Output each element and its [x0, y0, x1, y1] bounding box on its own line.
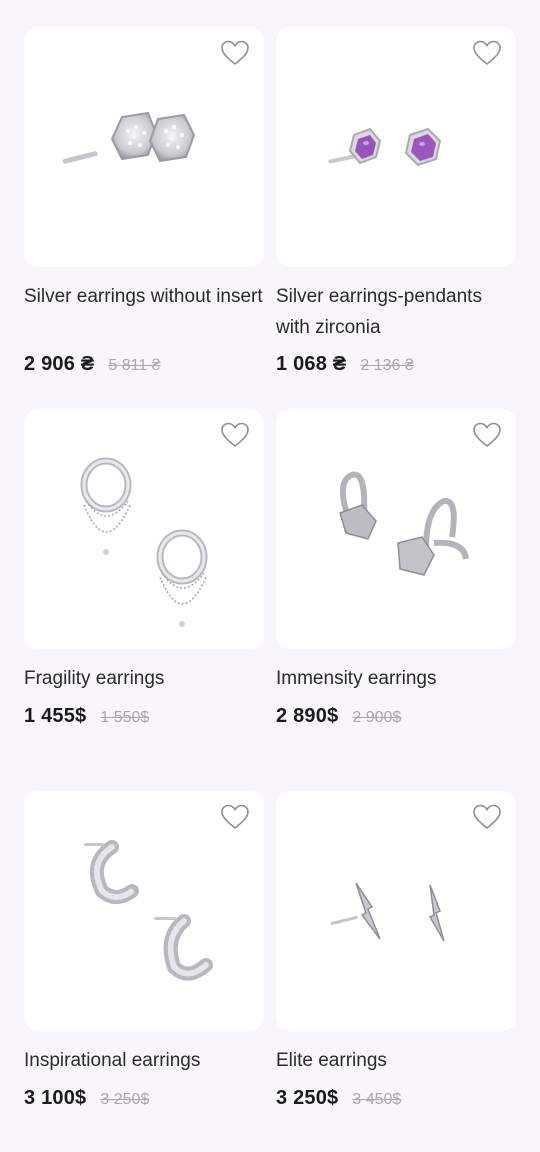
heart-outline-icon[interactable]: [220, 421, 250, 449]
product-image[interactable]: [276, 409, 516, 649]
product-title[interactable]: Inspirational earrings: [24, 1045, 264, 1076]
current-price: 2 890$: [276, 705, 339, 727]
old-price: 2 900$: [352, 709, 402, 726]
product-title[interactable]: Immensity earrings: [276, 663, 516, 694]
old-price: 1 550$: [100, 709, 150, 726]
heart-outline-icon[interactable]: [472, 803, 502, 831]
product-title[interactable]: Silver earrings without insert: [24, 281, 264, 312]
product-image[interactable]: [276, 791, 516, 1031]
price-row: 3 100$ 3 250$: [24, 1087, 149, 1110]
product-title[interactable]: Silver earrings-pendants with zirconia: [276, 281, 516, 343]
price-row: 3 250$ 3 450$: [276, 1087, 401, 1110]
heart-outline-icon[interactable]: [472, 39, 502, 67]
product-image[interactable]: [24, 27, 264, 267]
product-image[interactable]: [276, 27, 516, 267]
product-image[interactable]: [24, 409, 264, 649]
current-price: 1 455$: [24, 705, 87, 727]
old-price: 3 450$: [352, 1091, 402, 1108]
old-price: 2 136 ₴: [360, 357, 414, 374]
price-row: 2 890$ 2 900$: [276, 705, 401, 728]
price-row: 1 068 ₴ 2 136 ₴: [276, 353, 414, 376]
product-image[interactable]: [24, 791, 264, 1031]
current-price: 3 100$: [24, 1087, 87, 1109]
current-price: 1 068 ₴: [276, 353, 347, 375]
old-price: 5 811 ₴: [108, 357, 161, 374]
price-row: 1 455$ 1 550$: [24, 705, 149, 728]
current-price: 3 250$: [276, 1087, 339, 1109]
product-title[interactable]: Fragility earrings: [24, 663, 264, 694]
product-grid: Silver earrings without insert 2 906 ₴ 5…: [0, 0, 540, 1152]
heart-outline-icon[interactable]: [220, 803, 250, 831]
old-price: 3 250$: [100, 1091, 150, 1108]
current-price: 2 906 ₴: [24, 353, 95, 375]
product-title[interactable]: Elite earrings: [276, 1045, 516, 1076]
heart-outline-icon[interactable]: [472, 421, 502, 449]
heart-outline-icon[interactable]: [220, 39, 250, 67]
price-row: 2 906 ₴ 5 811 ₴: [24, 353, 161, 376]
